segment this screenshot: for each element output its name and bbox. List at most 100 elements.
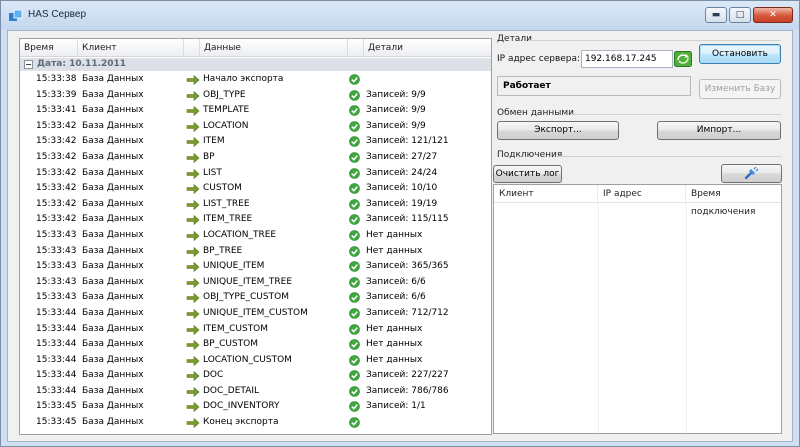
arrow-right-icon [186, 277, 200, 288]
check-icon [349, 167, 360, 179]
close-icon: ✕ [769, 10, 777, 20]
log-row[interactable]: 15:33:43 База Данных UNIQUE_ITEM_TREE Запис… [20, 275, 491, 291]
title-bar[interactable]: HAS Сервер ▬ □ ✕ [1, 1, 799, 30]
arrow-right-icon [186, 199, 200, 210]
clear-log-button[interactable]: Очистить лог [493, 165, 562, 183]
log-row[interactable]: 15:33:44 База Данных LOCATION_CUSTOM Нет да… [20, 353, 491, 369]
log-client: База Данных [82, 370, 144, 381]
arrow-right-icon [186, 340, 200, 351]
stop-button[interactable]: Остановить [699, 44, 781, 64]
connect-tool-button[interactable] [721, 164, 782, 183]
collapse-icon[interactable]: − [24, 60, 33, 69]
connections-divider [558, 156, 781, 157]
check-icon [349, 386, 360, 397]
change-db-button[interactable]: Изменить Базу [699, 79, 781, 99]
log-time: 15:33:44 [36, 370, 77, 381]
log-data: BP_CUSTOM [203, 339, 259, 350]
import-button[interactable]: Импорт... [657, 121, 781, 140]
arrow-right-icon [186, 371, 200, 382]
log-row[interactable]: 15:33:38 База Данных Начало экспорта [20, 72, 491, 88]
log-time: 15:33:45 [36, 417, 77, 428]
check-icon [349, 89, 360, 101]
check-icon [349, 261, 360, 272]
log-row[interactable]: 15:33:42 База Данных CUSTOM Записей: 10/10 [20, 181, 491, 197]
log-row[interactable]: 15:33:42 База Данных LIST Записей: 24/24 [20, 166, 491, 182]
log-data: LOCATION [203, 120, 249, 131]
log-row[interactable]: 15:33:43 База Данных UNIQUE_ITEM Записей: 3… [20, 259, 491, 275]
log-data: LIST_TREE [203, 198, 250, 209]
log-client: База Данных [82, 307, 144, 318]
export-button[interactable]: Экспорт... [497, 121, 619, 140]
plug-icon [744, 167, 759, 180]
log-time: 15:33:43 [36, 261, 77, 272]
log-time: 15:33:42 [36, 198, 77, 209]
log-data: Начало экспорта [203, 74, 284, 84]
log-data: BP_TREE [203, 245, 243, 256]
maximize-button[interactable]: □ [729, 7, 751, 23]
arrow-right-icon [186, 246, 200, 257]
arrow-right-icon [186, 106, 200, 117]
log-row[interactable]: 15:33:43 База Данных OBJ_TYPE_CUSTOM Записе… [20, 290, 491, 306]
check-icon [349, 183, 360, 194]
log-data: BP [203, 151, 215, 162]
date-group-row[interactable]: − Дата: 10.11.2011 [20, 58, 491, 71]
log-row[interactable]: 15:33:44 База Данных DOC Записей: 227/227 [20, 368, 491, 384]
column-details[interactable]: Детали [364, 39, 491, 57]
column-arrow[interactable] [184, 39, 200, 57]
minimize-icon: ▬ [711, 10, 721, 20]
column-status[interactable] [348, 39, 364, 57]
log-client: База Данных [82, 74, 144, 84]
log-client: База Данных [82, 120, 144, 131]
log-row[interactable]: 15:33:43 База Данных LOCATION_TREE Нет данн… [20, 228, 491, 244]
log-client: База Данных [82, 417, 144, 428]
conn-column-ip[interactable]: IP адрес [598, 185, 686, 203]
log-row[interactable]: 15:33:43 База Данных BP_TREE Нет данных [20, 244, 491, 260]
log-data: CUSTOM [203, 183, 242, 194]
arrow-right-icon [186, 324, 200, 335]
log-data: LOCATION_CUSTOM [203, 354, 292, 365]
log-row[interactable]: 15:33:39 База Данных OBJ_TYPE Записей: 9/9 [20, 88, 491, 104]
log-details: Нет данных [366, 354, 423, 365]
arrow-right-icon [186, 152, 200, 163]
conn-column-time[interactable]: Время подключения [686, 185, 781, 217]
log-time: 15:33:39 [36, 89, 77, 100]
log-data: OBJ_TYPE [203, 89, 246, 100]
column-client[interactable]: Клиент [78, 39, 184, 57]
arrow-right-icon [186, 184, 200, 195]
conn-column-client[interactable]: Клиент [494, 185, 598, 203]
arrow-right-icon [186, 418, 200, 429]
connections-header: Клиент IP адрес Время подключения [494, 185, 781, 217]
exchange-divider [570, 114, 781, 115]
log-row[interactable]: 15:33:42 База Данных LIST_TREE Записей: 19/… [20, 197, 491, 213]
connections-list[interactable]: Клиент IP адрес Время подключения [493, 184, 782, 434]
log-row[interactable]: 15:33:44 База Данных UNIQUE_ITEM_CUSTOM Зап… [20, 306, 491, 322]
log-client: База Данных [82, 136, 144, 147]
arrow-right-icon [186, 355, 200, 366]
log-row[interactable]: 15:33:42 База Данных BP Записей: 27/27 [20, 150, 491, 166]
column-data[interactable]: Данные [200, 39, 348, 57]
refresh-icon[interactable] [674, 51, 692, 67]
column-time[interactable]: Время [20, 39, 78, 57]
ip-address-field[interactable]: 192.168.17.245 [581, 50, 673, 68]
close-button[interactable]: ✕ [753, 7, 793, 23]
log-data: TEMPLATE [203, 105, 250, 116]
minimize-button[interactable]: ▬ [705, 7, 727, 23]
log-data: DOC [203, 370, 224, 381]
log-row[interactable]: 15:33:42 База Данных LOCATION Записей: 9/9 [20, 119, 491, 135]
log-row[interactable]: 15:33:42 База Данных ITEM Записей: 121/121 [20, 134, 491, 150]
log-list[interactable]: Время Клиент Данные Детали − Дата: 10.11… [19, 38, 492, 435]
log-row[interactable]: 15:33:44 База Данных DOC_DETAIL Записей: 78… [20, 384, 491, 400]
log-row[interactable]: 15:33:45 База Данных DOC_INVENTORY Записей:… [20, 399, 491, 415]
log-row[interactable]: 15:33:44 База Данных BP_CUSTOM Нет данных [20, 337, 491, 353]
log-time: 15:33:44 [36, 307, 77, 318]
log-row[interactable]: 15:33:45 База Данных Конец экспорта [20, 415, 491, 431]
arrow-right-icon [186, 402, 200, 413]
check-icon [349, 198, 360, 210]
log-time: 15:33:42 [36, 120, 77, 131]
log-row[interactable]: 15:33:44 База Данных ITEM_CUSTOM Нет данных [20, 322, 491, 338]
log-row[interactable]: 15:33:42 База Данных ITEM_TREE Записей: 115… [20, 212, 491, 228]
connections-group-title: Подключения [497, 150, 563, 160]
check-icon [349, 308, 360, 319]
arrow-right-icon [186, 262, 200, 273]
log-row[interactable]: 15:33:41 База Данных TEMPLATE Записей: 9/9 [20, 103, 491, 119]
